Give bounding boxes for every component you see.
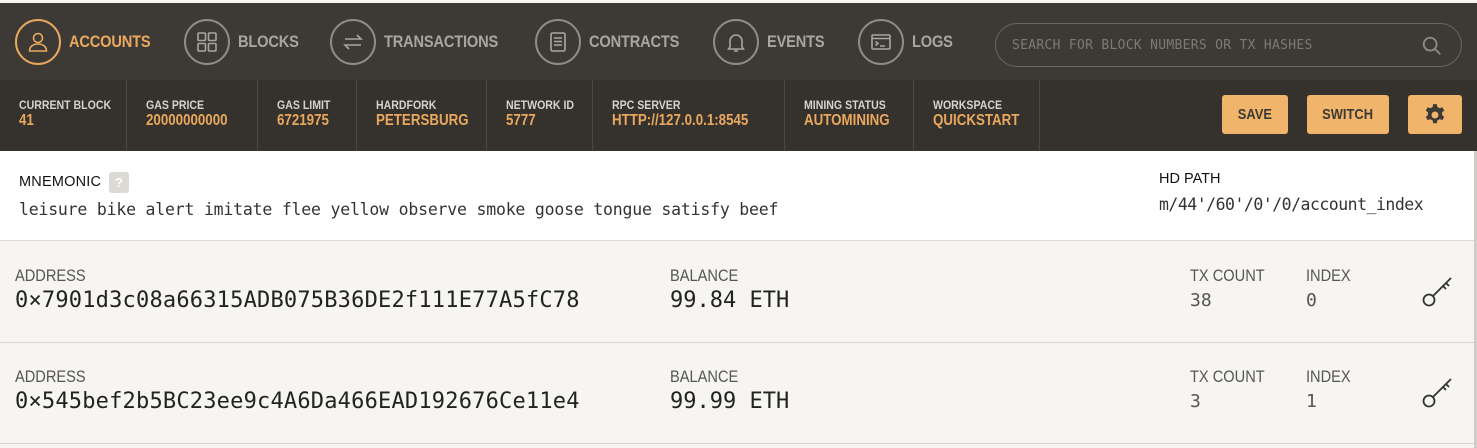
stat-value: PETERSBURG [376, 112, 469, 129]
document-icon [535, 19, 581, 65]
account-address: 0×7901d3c08a66315ADB075B36DE2f111E77A5fC… [15, 288, 580, 313]
hd-path-value: m/44'/60'/0'/0/account_index [1159, 195, 1424, 214]
search-bar [995, 23, 1462, 67]
nav-transactions[interactable]: TRANSACTIONS [330, 19, 517, 65]
stat-value: 6721975 [277, 112, 329, 129]
tx-count-value: 3 [1190, 391, 1201, 412]
nav-logs-label: LOGS [912, 32, 953, 51]
tx-count-label: TX COUNT [1190, 367, 1265, 386]
key-icon[interactable] [1420, 376, 1454, 410]
nav-contracts[interactable]: CONTRACTS [535, 19, 694, 65]
nav-accounts-label: ACCOUNTS [69, 32, 151, 51]
index-label: INDEX [1306, 367, 1351, 386]
stat-current-block: CURRENT BLOCK 41 [0, 80, 127, 151]
top-navigation: ACCOUNTS BLOCKS TRANSACTIONS CONTRACTS E… [0, 3, 1477, 80]
stat-gas-limit: GAS LIMIT 6721975 [258, 80, 357, 151]
search-input[interactable] [1012, 37, 1412, 53]
hd-path-title: HD PATH [1159, 171, 1221, 187]
stat-label: RPC SERVER [612, 98, 681, 112]
nav-logs[interactable]: LOGS [858, 19, 959, 65]
address-label: ADDRESS [15, 367, 86, 386]
index-label: INDEX [1306, 266, 1351, 285]
stat-label: HARDFORK [376, 98, 437, 112]
stat-mining-status: MINING STATUS AUTOMINING [785, 80, 914, 151]
stat-value: QUICKSTART [933, 112, 1020, 129]
stat-hardfork: HARDFORK PETERSBURG [357, 80, 487, 151]
tx-count-label: TX COUNT [1190, 266, 1265, 285]
nav-events-label: EVENTS [767, 32, 825, 51]
index-value: 0 [1306, 290, 1317, 311]
key-icon[interactable] [1420, 275, 1454, 309]
gear-icon [1425, 103, 1445, 123]
nav-accounts[interactable]: ACCOUNTS [15, 19, 164, 65]
nav-events[interactable]: EVENTS [713, 19, 834, 65]
account-address: 0×545bef2b5BC23ee9c4A6Da466EAD192676Ce11… [15, 389, 580, 414]
account-row[interactable]: ADDRESS 0×545bef2b5BC23ee9c4A6Da466EAD19… [0, 343, 1474, 444]
account-balance: 99.99 ETH [670, 389, 790, 414]
stat-network-id: NETWORK ID 5777 [487, 80, 593, 151]
search-icon[interactable] [1421, 35, 1443, 57]
stat-label: GAS PRICE [146, 98, 205, 112]
tx-count-value: 38 [1190, 290, 1212, 311]
stat-value: HTTP://127.0.0.1:8545 [612, 112, 749, 129]
stat-gas-price: GAS PRICE 20000000000 [127, 80, 258, 151]
help-icon[interactable]: ? [109, 172, 129, 193]
balance-label: BALANCE [670, 266, 739, 285]
grid-icon [184, 19, 230, 65]
balance-label: BALANCE [670, 367, 739, 386]
stat-value: 41 [19, 112, 34, 129]
mnemonic-title: MNEMONIC [19, 174, 102, 190]
account-balance: 99.84 ETH [670, 288, 790, 313]
address-label: ADDRESS [15, 266, 86, 285]
stat-label: MINING STATUS [804, 98, 886, 112]
save-button[interactable]: SAVE [1222, 95, 1288, 134]
stat-value: 5777 [506, 112, 536, 129]
stat-label: NETWORK ID [506, 98, 575, 112]
switch-button[interactable]: SWITCH [1307, 95, 1389, 134]
stat-value: 20000000000 [146, 112, 228, 129]
bell-icon [713, 19, 759, 65]
stat-workspace: WORKSPACE QUICKSTART [914, 80, 1040, 151]
stat-label: GAS LIMIT [277, 98, 331, 112]
stat-rpc-server: RPC SERVER HTTP://127.0.0.1:8545 [593, 80, 785, 151]
mnemonic-panel: MNEMONIC ? leisure bike alert imitate fl… [0, 151, 1477, 241]
index-value: 1 [1306, 391, 1317, 412]
settings-button[interactable] [1408, 95, 1462, 134]
nav-transactions-label: TRANSACTIONS [384, 32, 499, 51]
user-icon [15, 19, 61, 65]
stat-label: CURRENT BLOCK [19, 98, 112, 112]
nav-blocks[interactable]: BLOCKS [184, 19, 309, 65]
nav-blocks-label: BLOCKS [238, 32, 299, 51]
mnemonic-phrase: leisure bike alert imitate flee yellow o… [19, 200, 779, 219]
stat-value: AUTOMINING [804, 112, 890, 129]
terminal-icon [858, 19, 904, 65]
account-row[interactable]: ADDRESS 0×7901d3c08a66315ADB075B36DE2f11… [0, 242, 1474, 343]
stat-label: WORKSPACE [933, 98, 1003, 112]
nav-contracts-label: CONTRACTS [589, 32, 680, 51]
swap-arrows-icon [330, 19, 376, 65]
